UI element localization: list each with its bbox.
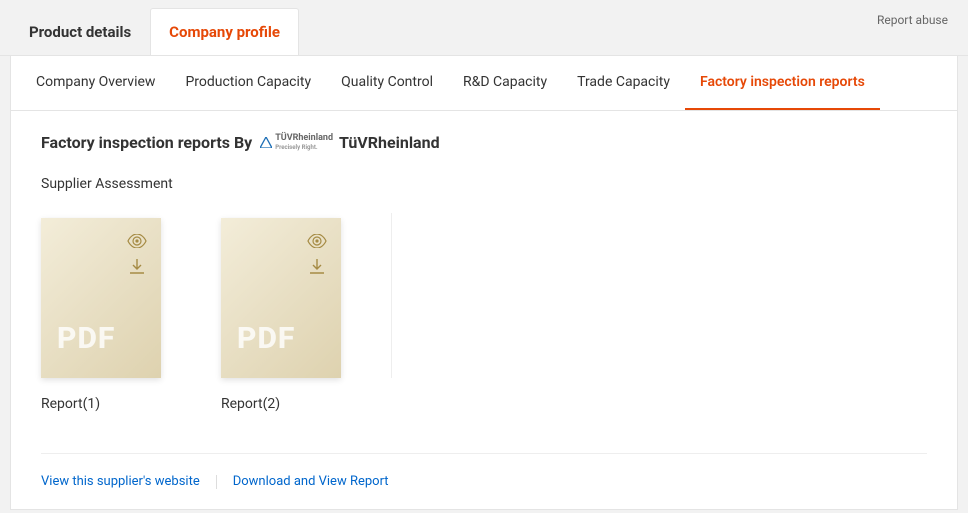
subtab-factory-inspection[interactable]: Factory inspection reports xyxy=(685,56,880,110)
subtab-rd-capacity[interactable]: R&D Capacity xyxy=(448,56,562,110)
report-abuse-link[interactable]: Report abuse xyxy=(877,13,958,27)
subtab-quality-control[interactable]: Quality Control xyxy=(326,56,448,110)
triangle-icon xyxy=(260,137,272,148)
certifier-name: TüVRheinland xyxy=(339,133,440,152)
section-title: Factory inspection reports By TÜVRheinla… xyxy=(41,133,927,152)
tab-product-details[interactable]: Product details xyxy=(10,8,150,55)
report-item: PDF Report(1) xyxy=(41,218,191,412)
report-name: Report(2) xyxy=(221,396,371,412)
report-item: PDF Report(2) xyxy=(221,218,371,412)
report-name: Report(1) xyxy=(41,396,191,412)
tuv-logo-text: TÜVRheinland xyxy=(275,134,333,143)
subtab-production-capacity[interactable]: Production Capacity xyxy=(170,56,326,110)
footer-separator xyxy=(216,475,217,489)
pdf-card[interactable]: PDF xyxy=(221,218,341,378)
download-view-report-link[interactable]: Download and View Report xyxy=(233,474,389,489)
pdf-label: PDF xyxy=(237,321,295,356)
title-prefix: Factory inspection reports By xyxy=(41,133,252,152)
subtab-trade-capacity[interactable]: Trade Capacity xyxy=(562,56,685,110)
eye-icon[interactable] xyxy=(307,234,327,248)
pdf-card[interactable]: PDF xyxy=(41,218,161,378)
download-icon[interactable] xyxy=(307,258,327,276)
tuv-logo: TÜVRheinland Precisely Right. xyxy=(260,134,333,152)
vertical-divider xyxy=(391,213,392,378)
subtab-company-overview[interactable]: Company Overview xyxy=(21,56,170,110)
tab-company-profile[interactable]: Company profile xyxy=(150,8,299,55)
pdf-label: PDF xyxy=(57,321,115,356)
sub-heading: Supplier Assessment xyxy=(41,176,927,192)
eye-icon[interactable] xyxy=(127,234,147,248)
tuv-tagline: Precisely Right. xyxy=(275,143,333,152)
download-icon[interactable] xyxy=(127,258,147,276)
view-supplier-website-link[interactable]: View this supplier's website xyxy=(41,474,200,489)
